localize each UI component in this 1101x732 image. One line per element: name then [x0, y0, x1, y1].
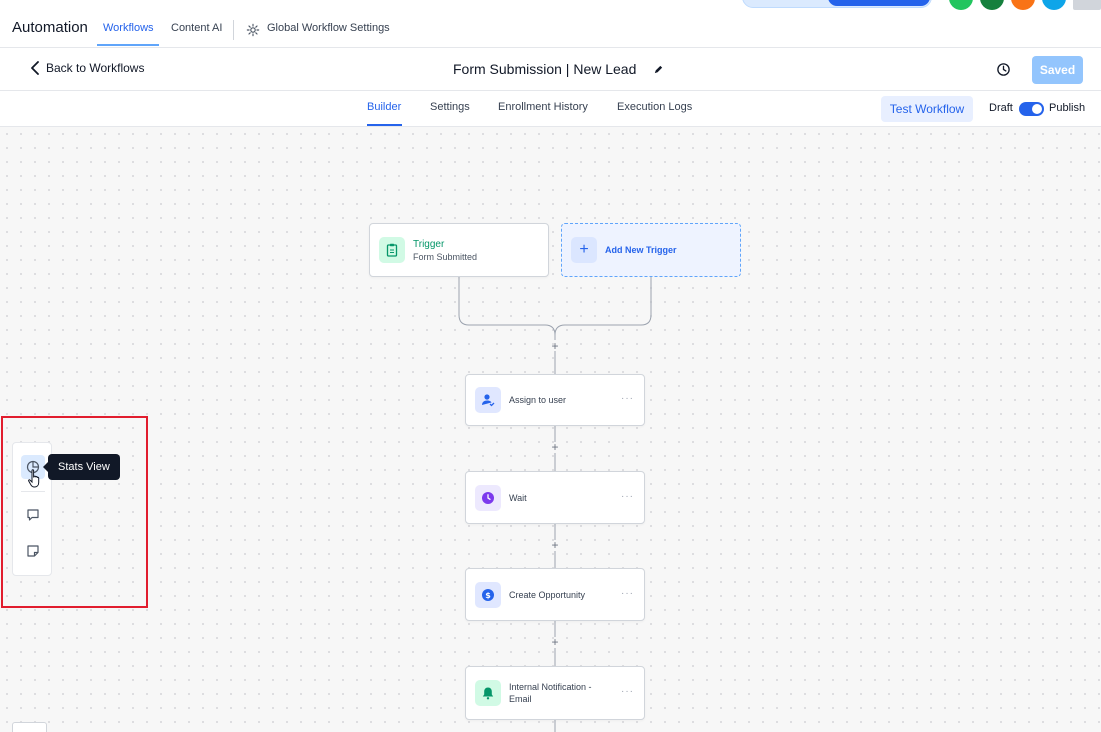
workflow-canvas[interactable]: Trigger Form Submitted + Add New Trigger…	[0, 127, 1101, 732]
more-options-icon[interactable]: ···	[621, 588, 634, 599]
plus-icon: +	[571, 237, 597, 263]
tab-settings[interactable]: Settings	[430, 101, 470, 113]
action-label: Internal Notification - Email	[509, 682, 592, 704]
gear-icon[interactable]	[246, 23, 260, 37]
tab-builder[interactable]: Builder	[367, 101, 401, 113]
tab-content-ai[interactable]: Content AI	[171, 22, 222, 34]
tab-execution-logs[interactable]: Execution Logs	[617, 101, 692, 113]
workflow-header: Back to Workflows Form Submission | New …	[0, 48, 1101, 91]
action-node-assign-user[interactable]: Assign to user ···	[465, 374, 645, 426]
avatar[interactable]	[980, 0, 1004, 10]
help-icon[interactable]	[1042, 0, 1066, 10]
top-nav: Automation Workflows Content AI Global W…	[0, 0, 1101, 48]
action-label: Wait	[509, 492, 527, 503]
workflow-subtabs: Builder Settings Enrollment History Exec…	[0, 91, 1101, 127]
global-workflow-settings-link[interactable]: Global Workflow Settings	[267, 22, 390, 34]
chevron-left-icon	[31, 61, 39, 75]
highlight-annotation-box	[1, 416, 148, 608]
nav-divider	[233, 20, 234, 40]
publish-toggle[interactable]	[1019, 102, 1044, 116]
add-step-button[interactable]: +	[550, 538, 560, 552]
user-assign-icon	[475, 387, 501, 413]
automation-updates-pill[interactable]	[828, 0, 930, 6]
add-step-button[interactable]: +	[550, 635, 560, 649]
action-label: Create Opportunity	[509, 589, 586, 600]
add-trigger-label: Add New Trigger	[605, 245, 677, 255]
more-options-icon[interactable]: ···	[621, 393, 634, 404]
more-options-icon[interactable]: ···	[621, 491, 634, 502]
svg-text:$: $	[485, 591, 491, 600]
clipboard-icon	[379, 237, 405, 263]
dollar-icon: $	[475, 581, 501, 608]
action-node-internal-notification[interactable]: Internal Notification - Email ···	[465, 666, 645, 720]
add-step-button[interactable]: +	[550, 339, 560, 353]
notifications-icon[interactable]	[1011, 0, 1035, 10]
more-options-icon[interactable]: ···	[621, 686, 634, 697]
publish-label: Publish	[1049, 102, 1086, 114]
draft-label: Draft	[989, 102, 1013, 114]
pencil-icon[interactable]	[653, 64, 664, 75]
trigger-node[interactable]: Trigger Form Submitted	[369, 223, 549, 277]
back-to-workflows-link[interactable]: Back to Workflows	[30, 61, 144, 75]
app-title: Automation	[12, 19, 88, 36]
zoom-controls[interactable]	[12, 722, 47, 732]
trigger-title: Trigger	[413, 238, 445, 250]
tab-workflows-underline	[97, 44, 159, 46]
tab-enrollment-history[interactable]: Enrollment History	[498, 101, 588, 113]
user-avatar[interactable]	[1073, 0, 1101, 10]
trigger-subtitle: Form Submitted	[413, 251, 478, 262]
tab-workflows[interactable]: Workflows	[103, 22, 154, 34]
phone-icon[interactable]	[949, 0, 973, 10]
workflow-title[interactable]: Form Submission | New Lead	[453, 61, 636, 77]
clock-icon	[475, 484, 501, 511]
add-step-button[interactable]: +	[550, 440, 560, 454]
add-new-trigger-button[interactable]: + Add New Trigger	[561, 223, 741, 277]
action-label: Assign to user	[509, 395, 567, 405]
bell-icon	[475, 680, 501, 706]
saved-button[interactable]: Saved	[1032, 56, 1083, 84]
action-node-wait[interactable]: Wait ···	[465, 471, 645, 524]
action-node-create-opportunity[interactable]: $ Create Opportunity ···	[465, 568, 645, 621]
test-workflow-button[interactable]: Test Workflow	[881, 96, 973, 122]
history-icon[interactable]	[996, 62, 1011, 77]
tab-builder-underline	[367, 124, 402, 126]
back-label: Back to Workflows	[46, 61, 145, 75]
